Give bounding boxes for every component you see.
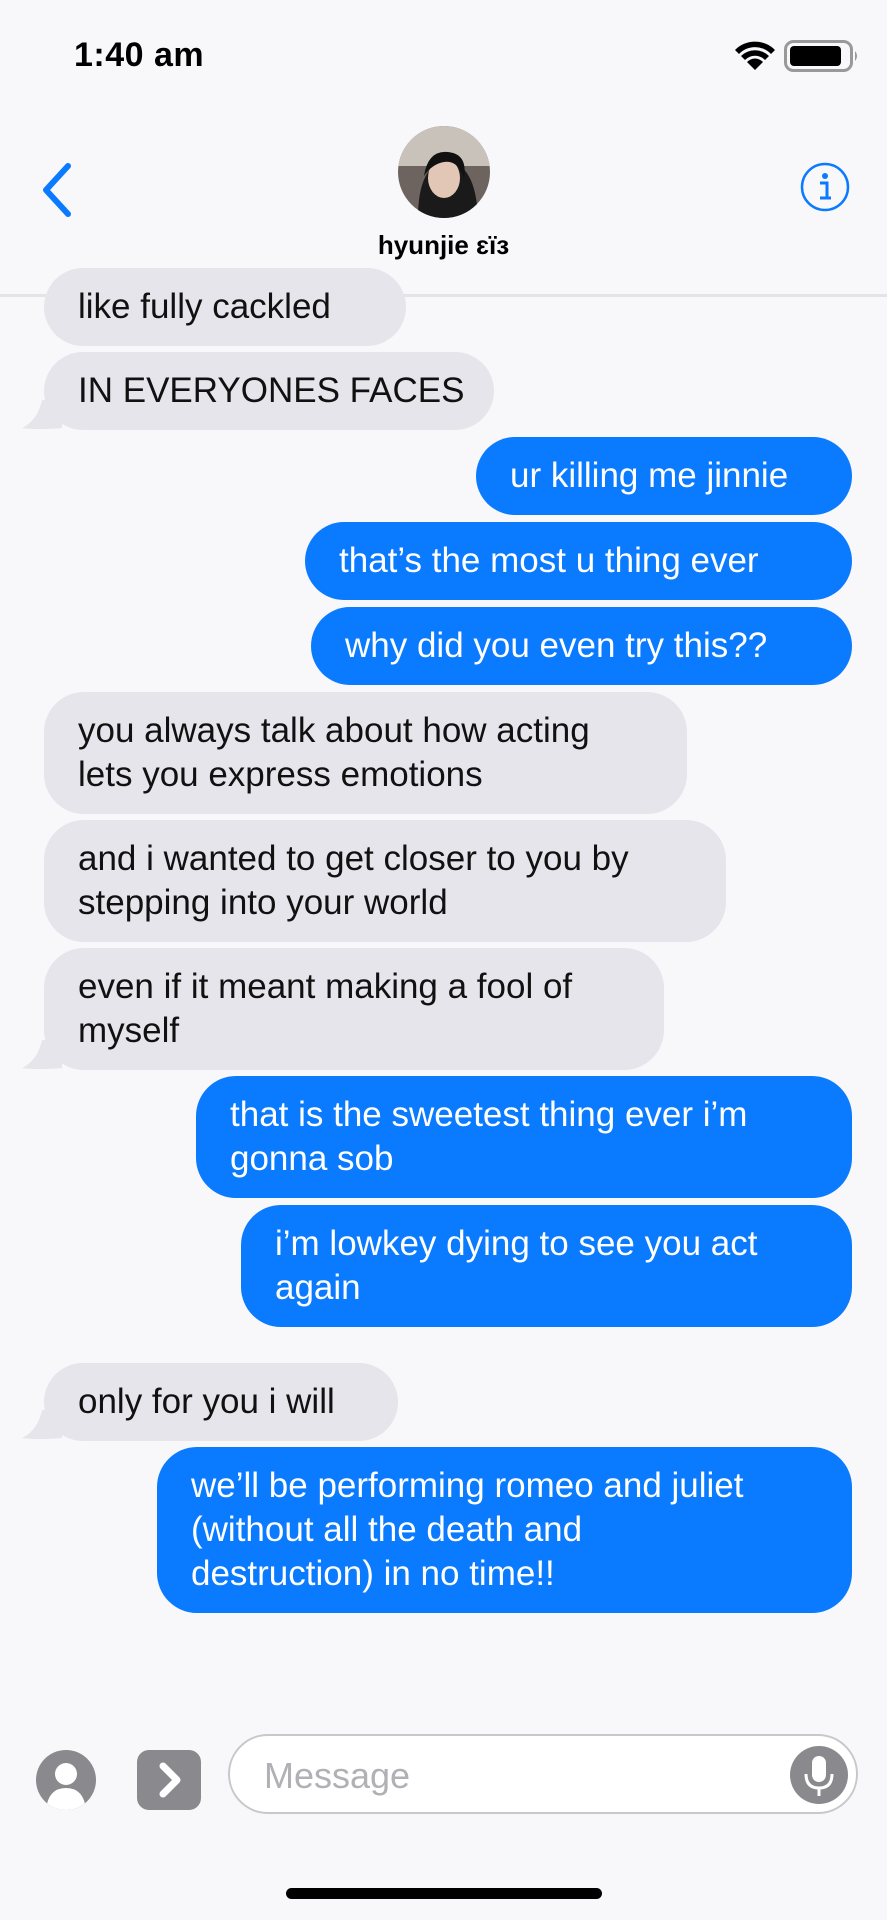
message-bubble-incoming[interactable]: IN EVERYONES FACES — [44, 352, 494, 430]
microphone-icon — [804, 1756, 834, 1796]
message-bubble-incoming[interactable]: like fully cackled — [44, 268, 406, 346]
info-icon — [800, 162, 850, 212]
message-text-line: stepping into your world — [78, 883, 448, 922]
message-text-line: and i wanted to get closer to you by — [78, 839, 629, 878]
message-bubble-incoming[interactable]: and i wanted to get closer to you by ste… — [44, 820, 726, 942]
bubble-tail — [22, 400, 62, 429]
message-text: that’s the most u thing ever — [339, 541, 759, 580]
battery-icon — [784, 40, 860, 77]
status-bar: 1:40 am — [0, 0, 887, 110]
message-text: like fully cackled — [78, 287, 331, 326]
contact-avatar[interactable] — [398, 126, 490, 218]
message-text-line: lets you express emotions — [78, 755, 483, 794]
message-field[interactable] — [228, 1734, 858, 1814]
apps-button[interactable] — [36, 1750, 96, 1810]
message-bubble-outgoing[interactable]: that is the sweetest thing ever i’m gonn… — [196, 1076, 852, 1198]
message-text-line: (without all the death and — [191, 1510, 583, 1549]
bubble-tail — [22, 1410, 62, 1439]
message-text-line: i’m lowkey dying to see you act — [275, 1224, 758, 1263]
app-store-chevron-icon — [159, 1762, 181, 1798]
message-text-line: gonna sob — [230, 1139, 394, 1178]
message-text-line: we’ll be performing romeo and juliet — [191, 1466, 744, 1505]
back-button[interactable] — [38, 160, 78, 220]
message-text: IN EVERYONES FACES — [78, 371, 465, 410]
message-bubble-outgoing[interactable]: ur killing me jinnie — [476, 437, 852, 515]
microphone-button[interactable] — [790, 1746, 848, 1804]
contact-name[interactable]: hyunjie ɛïɜ — [0, 230, 887, 261]
message-text-line: even if it meant making a fool of — [78, 967, 573, 1006]
home-indicator[interactable] — [286, 1888, 602, 1899]
message-bubble-outgoing[interactable]: that’s the most u thing ever — [305, 522, 852, 600]
status-time: 1:40 am — [74, 36, 205, 74]
message-text-line: myself — [78, 1011, 180, 1050]
message-text: only for you i will — [78, 1382, 335, 1421]
message-bubble-outgoing[interactable]: we’ll be performing romeo and juliet (wi… — [157, 1447, 852, 1613]
message-input[interactable] — [262, 1750, 746, 1802]
info-button[interactable] — [800, 162, 850, 212]
back-chevron-icon — [43, 163, 71, 217]
app-store-button[interactable] — [137, 1750, 201, 1810]
message-bubble-incoming[interactable]: only for you i will — [44, 1363, 398, 1441]
message-text: why did you even try this?? — [345, 626, 768, 665]
composer-bar — [0, 1700, 887, 1920]
message-bubble-outgoing[interactable]: why did you even try this?? — [311, 607, 852, 685]
message-bubble-incoming[interactable]: even if it meant making a fool of myself — [44, 948, 664, 1070]
wifi-icon — [734, 38, 776, 77]
message-bubble-incoming[interactable]: you always talk about how acting lets yo… — [44, 692, 687, 814]
message-text-line: that is the sweetest thing ever i’m — [230, 1095, 748, 1134]
message-bubble-outgoing[interactable]: i’m lowkey dying to see you act again — [241, 1205, 852, 1327]
message-text: ur killing me jinnie — [510, 456, 789, 495]
apps-icon — [46, 1763, 86, 1810]
message-text-line: you always talk about how acting — [78, 711, 590, 750]
message-text-line: destruction) in no time!! — [191, 1554, 555, 1593]
bubble-tail — [22, 1040, 62, 1069]
message-text-line: again — [275, 1268, 361, 1307]
